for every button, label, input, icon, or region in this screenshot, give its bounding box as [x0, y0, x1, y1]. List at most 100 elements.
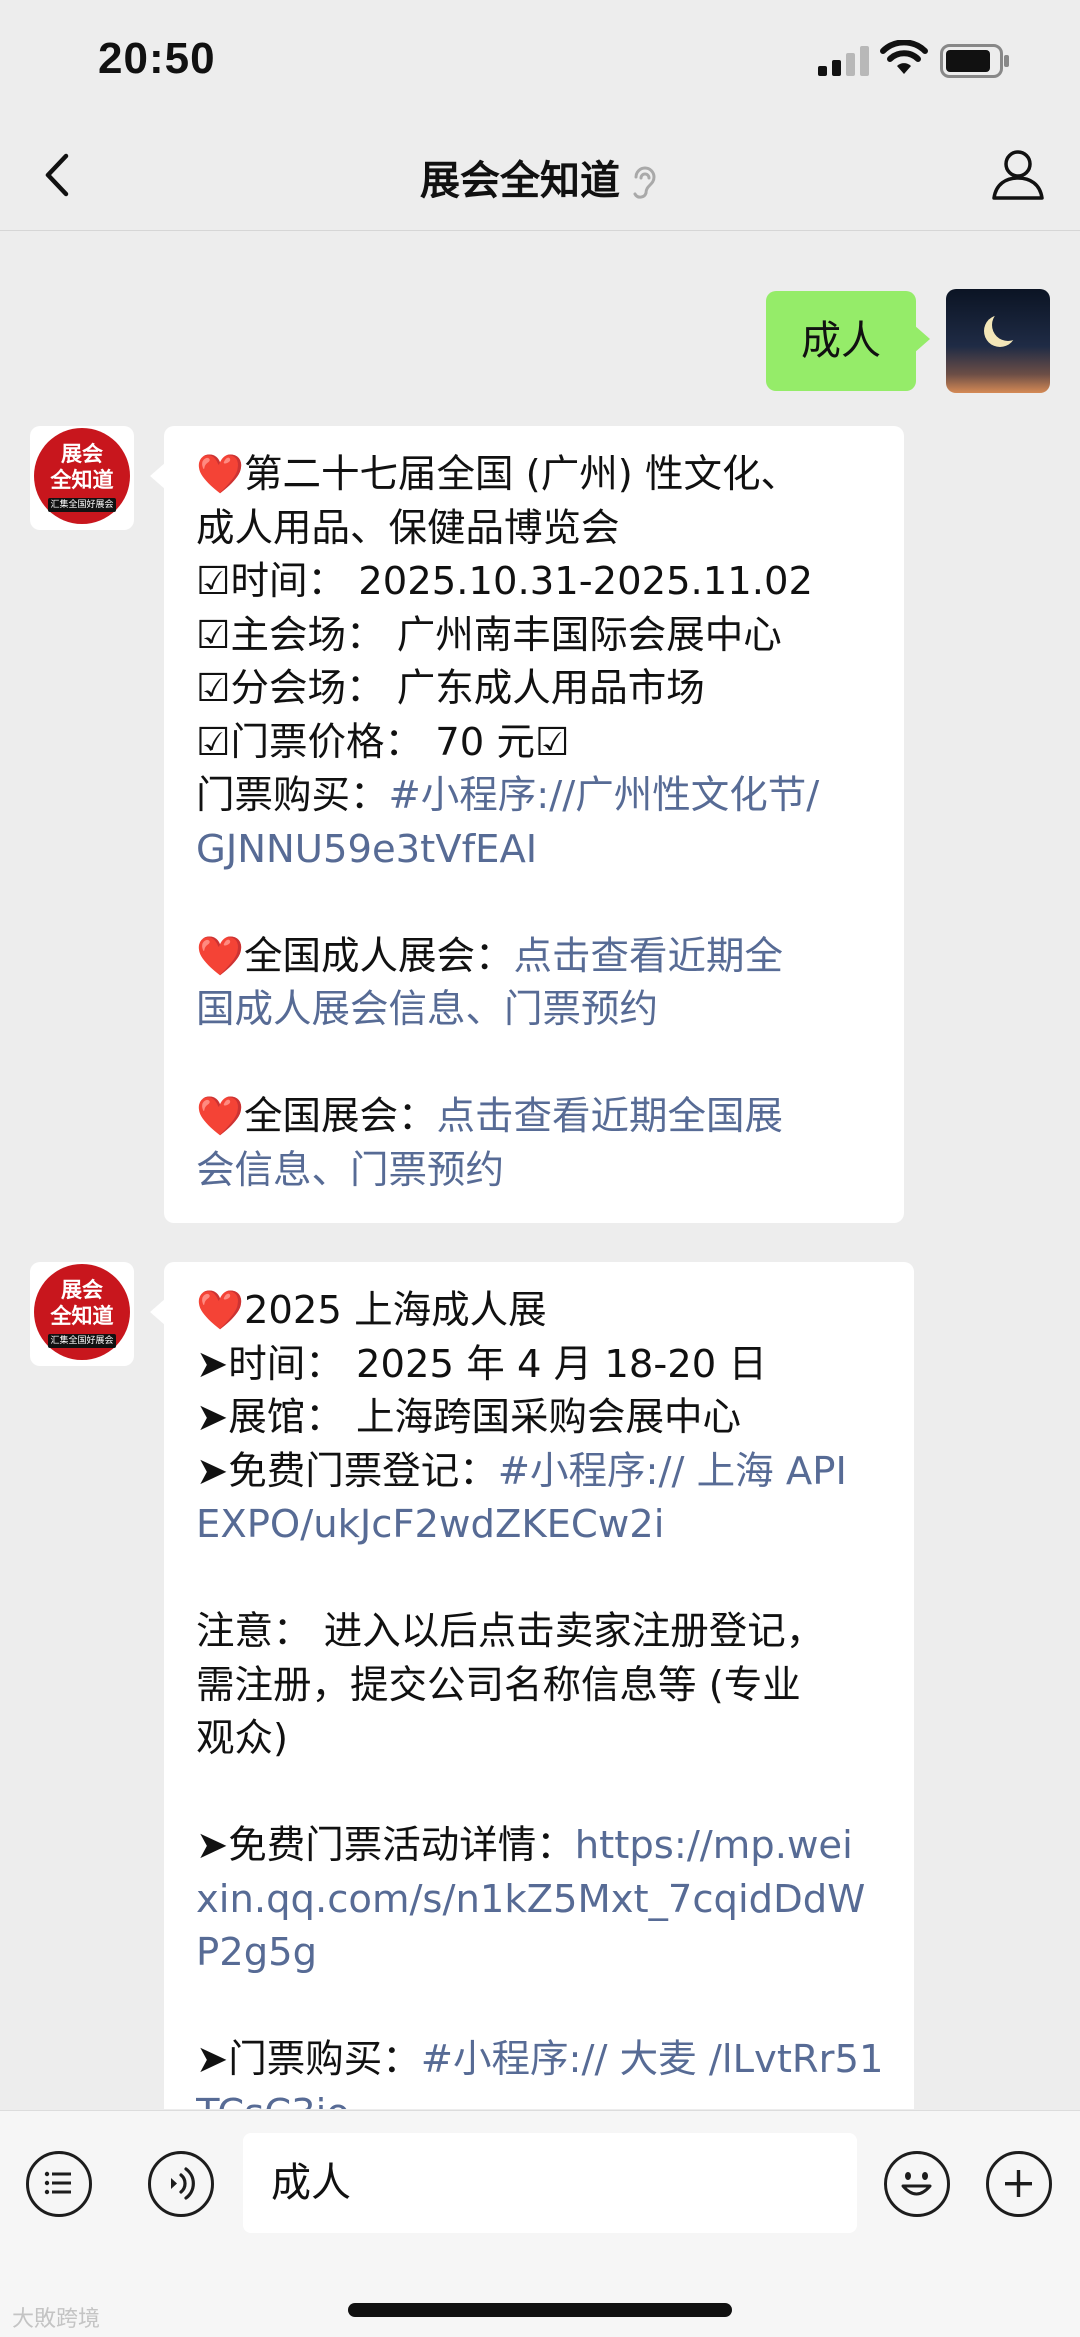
logo-line2: 全知道 [50, 1304, 114, 1328]
my-message-row: 成人 [650, 279, 1050, 393]
message-line: ☑主会场： 广州南丰国际会展中心 [196, 609, 874, 663]
message-link[interactable]: P2g5g [196, 1930, 317, 1975]
input-bar: 成人 大敗跨境 [0, 2110, 1080, 2337]
chat-area[interactable]: 成人 展会 全知道 汇集全国好展会 ❤️第二十七届全国 (广州) 性文化、 成人用… [0, 231, 1080, 2109]
message-line: 注意： 进入以后点击卖家注册登记， [196, 1605, 884, 1659]
logo-icon: 展会 全知道 汇集全国好展会 [34, 1264, 130, 1360]
message-link[interactable]: 国成人展会信息、门票预约 [196, 987, 658, 1032]
message-line: 门票购买：#小程序://广州性文化节/ [196, 769, 874, 823]
logo-line1: 展会 [61, 442, 103, 466]
heart-emoji: ❤️ [196, 452, 244, 497]
message-line: ☑分会场： 广东成人用品市场 [196, 662, 874, 716]
muted-ear-icon [633, 166, 656, 199]
message-text: ➤免费门票登记： [196, 1448, 498, 1494]
message-line: ☑时间： 2025.10.31-2025.11.02 [196, 555, 874, 609]
message-link[interactable]: xin.qq.com/s/n1kZ5Mxt_7cqidDdW [196, 1877, 865, 1922]
heart-emoji: ❤️ [196, 1288, 244, 1333]
wifi-icon [880, 40, 928, 74]
message-text: ☑时间： 2025.10.31-2025.11.02 [196, 559, 814, 604]
message-text: 全国展会： [243, 1094, 437, 1139]
message-link[interactable]: 会信息、门票预约 [196, 1148, 504, 1193]
message-link[interactable]: EXPO/ukJcF2wdZKECw2i [196, 1502, 665, 1547]
message-link[interactable]: #小程序:// 上海 API [498, 1449, 847, 1494]
message-text: 需注册，提交公司名称信息等 (专业 [196, 1662, 801, 1708]
chat-title-text: 展会全知道 [420, 158, 620, 204]
message-text: 注意： 进入以后点击卖家注册登记， [196, 1609, 825, 1654]
message-line: ❤️全国展会：点击查看近期全国展 [196, 1090, 874, 1144]
message-line: 需注册，提交公司名称信息等 (专业 [196, 1659, 884, 1713]
message-line: 国成人展会信息、门票预约 [196, 983, 874, 1037]
logo-tag: 汇集全国好展会 [48, 1334, 116, 1348]
message-line: ❤️第二十七届全国 (广州) 性文化、 [196, 448, 874, 502]
emoji-button[interactable] [884, 2151, 950, 2217]
sender-avatar[interactable]: 展会 全知道 汇集全国好展会 [30, 426, 134, 530]
message-text: 门票购买： [196, 773, 389, 818]
logo-line1: 展会 [61, 1278, 103, 1302]
message-line: ➤免费门票登记：#小程序:// 上海 API [196, 1445, 884, 1499]
message-link[interactable]: 点击查看近期全国展 [436, 1094, 783, 1139]
message-link[interactable]: 点击查看近期全 [513, 934, 783, 979]
message-input[interactable]: 成人 [243, 2133, 857, 2233]
logo-tag: 汇集全国好展会 [48, 498, 116, 512]
message-line: ❤️2025 上海成人展 [196, 1284, 884, 1338]
message-line: 观众) [196, 1712, 884, 1766]
logo-line2: 全知道 [50, 468, 114, 492]
battery-icon [940, 44, 1009, 78]
message-line: ➤免费门票活动详情：https://mp.wei [196, 1819, 884, 1873]
message-line: 会信息、门票预约 [196, 1144, 874, 1198]
message-line: TCsC3io [196, 2087, 884, 2110]
message-bubble[interactable]: ❤️2025 上海成人展 ➤时间： 2025 年 4 月 18-20 日 ➤展馆： … [150, 1262, 914, 2110]
message-link[interactable]: https://mp.wei [575, 1823, 853, 1868]
message-line: ➤时间： 2025 年 4 月 18-20 日 [196, 1338, 884, 1392]
profile-icon[interactable] [988, 144, 1048, 204]
status-time: 20:50 [98, 34, 216, 83]
message-link[interactable]: #小程序://广州性文化节/ [389, 773, 820, 818]
message-line: ❤️全国成人展会：点击查看近期全 [196, 930, 874, 984]
voice-icon [171, 2167, 195, 2200]
watermark: 大敗跨境 [12, 2307, 101, 2332]
message-link[interactable]: #小程序:// 大麦 /lLvtRr51 [421, 2037, 884, 2082]
message-line: P2g5g [196, 1926, 884, 1980]
chat-title: 展会全知道 [0, 148, 1080, 206]
logo-icon: 展会 全知道 汇集全国好展会 [34, 428, 130, 524]
message-text: 2025 上海成人展 [243, 1288, 547, 1333]
voice-button[interactable] [148, 2151, 214, 2217]
message-link[interactable]: GJNNU59e3tVfEAI [196, 827, 537, 872]
moon-icon [992, 309, 1024, 341]
add-button[interactable] [986, 2151, 1052, 2217]
message-line: ➤展馆： 上海跨国采购会展中心 [196, 1391, 884, 1445]
message-line: GJNNU59e3tVfEAI [196, 823, 874, 877]
nav-bar: 展会全知道 [0, 120, 1080, 231]
message-line: ☑门票价格： 70 元☑ [196, 716, 874, 770]
my-avatar[interactable] [946, 289, 1050, 393]
cellular-signal-icon [818, 46, 869, 76]
message-bubble[interactable]: ❤️第二十七届全国 (广州) 性文化、 成人用品、保健品博览会 ☑时间： 2025… [150, 426, 904, 1223]
emoji-icon [901, 2172, 932, 2196]
sender-avatar[interactable]: 展会 全知道 汇集全国好展会 [30, 1262, 134, 1366]
message-text: ➤时间： 2025 年 4 月 18-20 日 [196, 1341, 768, 1387]
message-text: ☑主会场： 广州南丰国际会展中心 [196, 612, 782, 658]
heart-emoji: ❤️ [196, 1094, 244, 1139]
message-text: ➤免费门票活动详情： [196, 1823, 575, 1868]
my-message-bubble[interactable]: 成人 [766, 291, 930, 391]
message-text: 全国成人展会： [243, 933, 514, 979]
menu-list-icon [44, 2171, 71, 2195]
message-text: ➤展馆： 上海跨国采购会展中心 [196, 1395, 741, 1440]
heart-emoji: ❤️ [196, 933, 244, 979]
message-link[interactable]: TCsC3io [196, 2091, 350, 2110]
message-text: ☑门票价格： 70 元☑ [196, 719, 570, 765]
message-text: ☑分会场： 广东成人用品市场 [196, 666, 705, 711]
message-line: xin.qq.com/s/n1kZ5Mxt_7cqidDdW [196, 1873, 884, 1927]
home-indicator [348, 2303, 732, 2317]
message-text: 观众) [196, 1716, 289, 1761]
message-line: EXPO/ukJcF2wdZKECw2i [196, 1498, 884, 1552]
menu-list-button[interactable] [26, 2151, 92, 2217]
status-bar: 20:50 [0, 0, 1080, 120]
message-line: ➤门票购买：#小程序:// 大麦 /lLvtRr51 [196, 2033, 884, 2087]
plus-icon [1005, 2170, 1032, 2197]
